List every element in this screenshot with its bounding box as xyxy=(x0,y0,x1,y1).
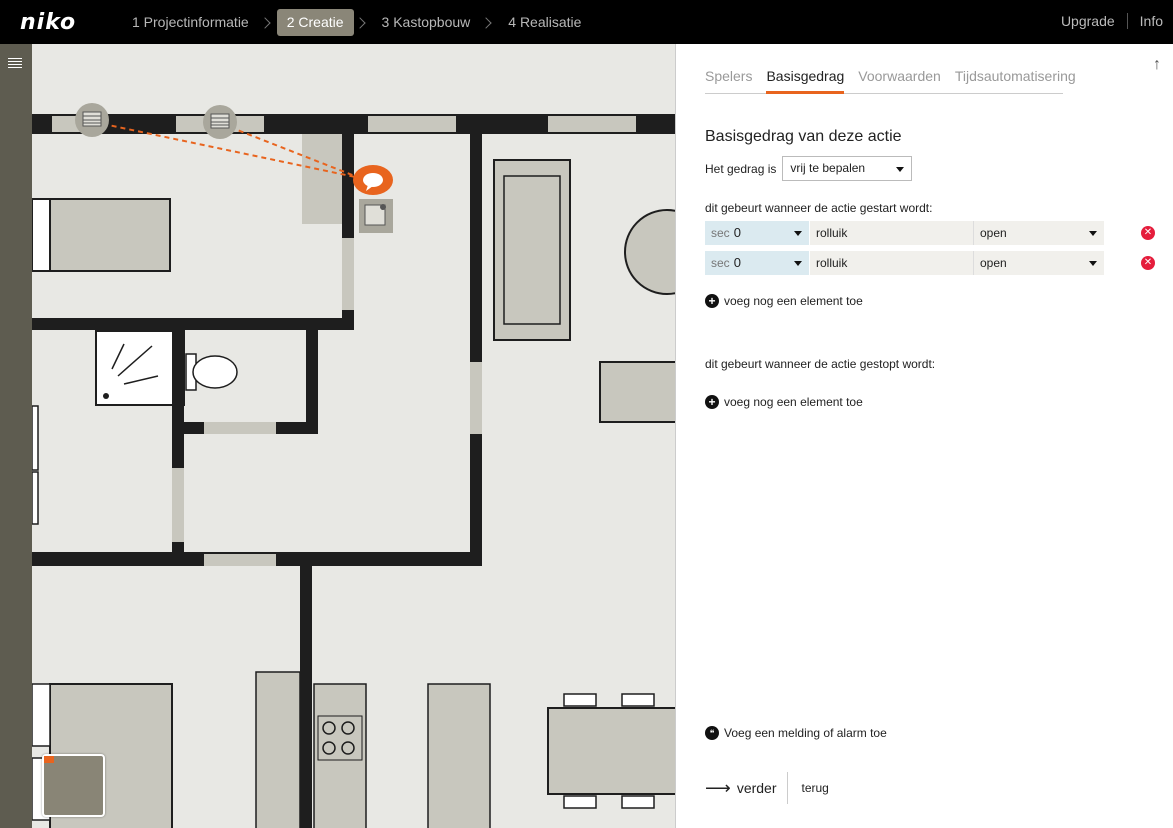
divider xyxy=(786,772,788,804)
switch-device xyxy=(359,199,393,233)
wizard-steps: 1 Projectinformatie 2 Creatie 3 Kastopbo… xyxy=(122,9,591,36)
action-marker xyxy=(353,165,393,195)
top-bar: niko 1 Projectinformatie 2 Creatie 3 Kas… xyxy=(0,0,1173,44)
wizard-navigation: ⟶ verder terug xyxy=(705,772,829,804)
chair xyxy=(563,795,597,809)
action-panel: ↑ Spelers Basisgedrag Voorwaarden Tijdsa… xyxy=(675,44,1173,828)
section-title: Basisgedrag van deze actie xyxy=(705,128,902,145)
delay-select[interactable]: sec 0 xyxy=(705,251,809,275)
chevron-right-icon xyxy=(353,16,366,29)
behavior-value: vrij te bepalen xyxy=(790,161,866,175)
arrow-right-icon: ⟶ xyxy=(705,777,731,798)
floorplan-canvas[interactable] xyxy=(32,44,675,828)
delay-value: 0 xyxy=(733,225,741,240)
armchair xyxy=(599,361,675,423)
delay-unit: sec xyxy=(711,226,730,240)
delay-unit: sec xyxy=(711,256,730,270)
step-kastopbouw[interactable]: 3 Kastopbouw xyxy=(372,9,481,36)
cooktop xyxy=(317,715,363,761)
top-links: Upgrade Info xyxy=(1061,13,1163,29)
element-name: rolluik xyxy=(809,221,973,245)
panel-tabs: Spelers Basisgedrag Voorwaarden Tijdsaut… xyxy=(705,66,1076,94)
plus-icon: + xyxy=(705,395,719,409)
tab-tijdsautomatisering[interactable]: Tijdsautomatisering xyxy=(955,66,1076,94)
back-button[interactable]: terug xyxy=(802,781,829,795)
element-name: rolluik xyxy=(809,251,973,275)
tab-basisgedrag[interactable]: Basisgedrag xyxy=(766,66,845,94)
niko-logo[interactable]: niko xyxy=(20,10,76,35)
bed-top-left xyxy=(49,198,171,272)
chevron-right-icon xyxy=(259,16,271,29)
left-toolbar xyxy=(0,44,32,828)
minimap[interactable] xyxy=(42,754,105,817)
started-label: dit gebeurt wanneer de actie gestart wor… xyxy=(705,201,933,215)
counter xyxy=(255,671,301,828)
cabinet-left-2 xyxy=(32,471,39,525)
wardrobe xyxy=(302,134,342,224)
tab-spelers[interactable]: Spelers xyxy=(705,66,752,94)
toilet-bowl xyxy=(192,355,238,389)
tab-voorwaarden[interactable]: Voorwaarden xyxy=(858,66,941,94)
started-action-row: sec 0 rolluik open ✕ xyxy=(705,221,1155,245)
caret-down-icon xyxy=(896,167,905,172)
shower xyxy=(95,330,185,406)
upgrade-link[interactable]: Upgrade xyxy=(1061,13,1115,29)
minimap-marker xyxy=(44,756,54,763)
caret-down-icon xyxy=(1089,261,1097,266)
caret-down-icon xyxy=(794,261,802,266)
state-value: open xyxy=(980,256,1007,270)
add-element-stopped-button[interactable]: + voeg nog een element toe xyxy=(705,395,863,409)
info-link[interactable]: Info xyxy=(1140,13,1163,29)
started-action-row: sec 0 rolluik open ✕ xyxy=(705,251,1155,275)
delay-value: 0 xyxy=(733,255,741,270)
alarm-label: Voeg een melding of alarm toe xyxy=(724,726,887,740)
round-table xyxy=(624,209,675,295)
chair xyxy=(563,693,597,707)
remove-icon[interactable]: ✕ xyxy=(1141,226,1155,240)
floorplan-drawing xyxy=(32,103,675,828)
state-value: open xyxy=(980,226,1007,240)
add-element-button[interactable]: + voeg nog een element toe xyxy=(705,294,863,308)
plus-icon: + xyxy=(705,294,719,308)
bed-pillow xyxy=(32,198,51,272)
remove-icon[interactable]: ✕ xyxy=(1141,256,1155,270)
caret-down-icon xyxy=(794,231,802,236)
bed-bottom-pillow xyxy=(32,683,51,747)
add-alarm-button[interactable]: ❝ Voeg een melding of alarm toe xyxy=(705,726,887,740)
chevron-right-icon xyxy=(480,16,492,29)
step-projectinformatie[interactable]: 1 Projectinformatie xyxy=(122,9,259,36)
speech-bubble-icon: ❝ xyxy=(705,726,719,740)
chair xyxy=(621,693,655,707)
chair xyxy=(621,795,655,809)
stopped-label: dit gebeurt wanneer de actie gestopt wor… xyxy=(705,357,936,371)
behavior-select[interactable]: vrij te bepalen xyxy=(782,156,913,181)
behavior-label: Het gedrag is xyxy=(705,161,777,176)
island xyxy=(427,683,491,828)
add-element-label: voeg nog een element toe xyxy=(724,294,863,308)
rolluik-device xyxy=(75,103,109,137)
state-select[interactable]: open xyxy=(973,251,1104,275)
shower-drain xyxy=(103,393,109,399)
add-element-label: voeg nog een element toe xyxy=(724,395,863,409)
next-button[interactable]: verder xyxy=(737,780,777,796)
state-select[interactable]: open xyxy=(973,221,1104,245)
sofa-seat xyxy=(503,175,561,325)
caret-down-icon xyxy=(1089,231,1097,236)
dining-table xyxy=(547,707,675,795)
step-creatie[interactable]: 2 Creatie xyxy=(276,9,354,36)
arrow-up-icon[interactable]: ↑ xyxy=(1153,56,1161,74)
cabinet-left xyxy=(32,405,39,471)
list-icon[interactable] xyxy=(8,58,22,72)
step-realisatie[interactable]: 4 Realisatie xyxy=(498,9,591,36)
rolluik-device xyxy=(203,105,237,139)
behavior-row: Het gedrag is vrij te bepalen xyxy=(705,156,913,181)
divider xyxy=(1126,13,1128,29)
delay-select[interactable]: sec 0 xyxy=(705,221,809,245)
